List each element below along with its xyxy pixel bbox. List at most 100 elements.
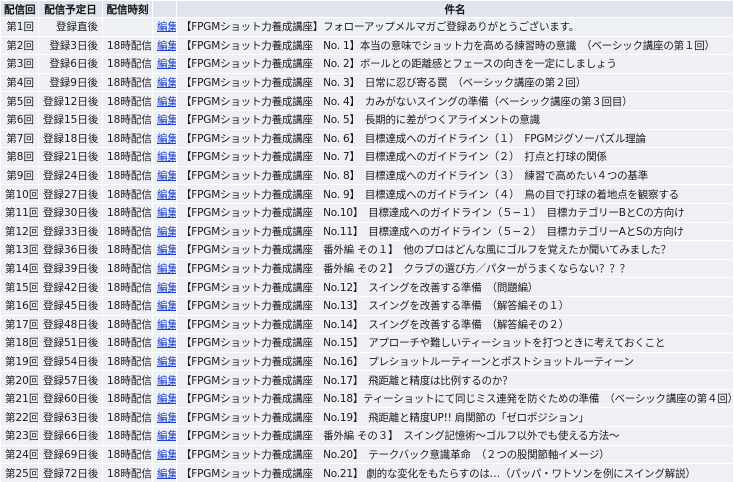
- subject-cell: 【FPGMショット力養成講座 No. 9】 目標達成へのガイドライン（４） 鳥の…: [177, 185, 733, 203]
- table-row: 第23回 登録66日後 18時配信 編集 【FPGMショット力養成講座 番外編 その３】…: [1, 427, 733, 445]
- scheduled-day-cell: 登録21日後: [39, 148, 102, 166]
- edit-link[interactable]: 編集: [157, 356, 176, 368]
- edit-cell: 編集: [153, 110, 176, 129]
- table-row: 第1回 登録直後 編集 【FPGMショット力養成講座】フォローアップメルマガご登録あり…: [1, 18, 733, 36]
- edit-link[interactable]: 編集: [157, 468, 176, 480]
- delivery-time-cell: 18時配信: [103, 352, 152, 371]
- scheduled-day-cell: 登録54日後: [39, 352, 102, 371]
- edit-link[interactable]: 編集: [157, 226, 176, 238]
- delivery-time-cell: 18時配信: [103, 222, 152, 241]
- header-edit: [153, 1, 176, 17]
- subject-cell: 【FPGMショット力養成講座 No.12】 スイングを改善する準備 （問題編）: [177, 278, 733, 296]
- edit-cell: 編集: [153, 389, 176, 408]
- edit-link[interactable]: 編集: [157, 337, 176, 349]
- edit-cell: 編集: [153, 166, 176, 185]
- delivery-time-cell: 18時配信: [103, 148, 152, 166]
- scheduled-day-cell: 登録60日後: [39, 389, 102, 408]
- delivery-number-cell: 第8回: [1, 148, 38, 166]
- delivery-time-cell: 18時配信: [103, 445, 152, 464]
- table-row: 第22回 登録63日後 18時配信 編集 【FPGMショット力養成講座 No.19】 飛…: [1, 408, 733, 427]
- edit-link[interactable]: 編集: [157, 21, 176, 33]
- scheduled-day-cell: 登録27日後: [39, 185, 102, 203]
- edit-cell: 編集: [153, 222, 176, 241]
- delivery-time-cell: 18時配信: [103, 92, 152, 110]
- edit-cell: 編集: [153, 408, 176, 427]
- edit-link[interactable]: 編集: [157, 430, 176, 442]
- edit-link[interactable]: 編集: [157, 77, 176, 89]
- table-row: 第16回 登録45日後 18時配信 編集 【FPGMショット力養成講座 No.13】 ス…: [1, 296, 733, 315]
- delivery-time-cell: 18時配信: [103, 55, 152, 73]
- edit-link[interactable]: 編集: [157, 449, 176, 461]
- edit-link[interactable]: 編集: [157, 189, 176, 201]
- delivery-time-cell: 18時配信: [103, 166, 152, 185]
- table-row: 第4回 登録9日後 18時配信 編集 【FPGMショット力養成講座 No. 3】 日常に…: [1, 73, 733, 92]
- edit-link[interactable]: 編集: [157, 151, 176, 163]
- scheduled-day-cell: 登録18日後: [39, 129, 102, 148]
- delivery-time-cell: 18時配信: [103, 389, 152, 408]
- delivery-number-cell: 第12回: [1, 222, 38, 241]
- subject-cell: 【FPGMショット力養成講座 No. 1】本当の意味でショット力を高める練習時の…: [177, 36, 733, 55]
- table-row: 第8回 登録21日後 18時配信 編集 【FPGMショット力養成講座 No. 7】 目標…: [1, 148, 733, 166]
- edit-cell: 編集: [153, 55, 176, 73]
- edit-link[interactable]: 編集: [157, 114, 176, 126]
- edit-cell: 編集: [153, 371, 176, 389]
- delivery-number-cell: 第17回: [1, 315, 38, 334]
- edit-cell: 編集: [153, 445, 176, 464]
- subject-cell: 【FPGMショット力養成講座 No. 6】 目標達成へのガイドライン（１） FP…: [177, 129, 733, 148]
- edit-link[interactable]: 編集: [157, 58, 176, 70]
- delivery-schedule-table: 配信回 配信予定日 配信時刻 件名 第1回 登録直後 編集 【FPGMショット力養成講…: [0, 0, 734, 482]
- table-body: 第1回 登録直後 編集 【FPGMショット力養成講座】フォローアップメルマガご登録あり…: [1, 18, 733, 482]
- scheduled-day-cell: 登録39日後: [39, 259, 102, 278]
- subject-cell: 【FPGMショット力養成講座 No.21】 劇的な変化をもたらすのは…（パッパ・…: [177, 464, 733, 482]
- table-row: 第14回 登録39日後 18時配信 編集 【FPGMショット力養成講座 番外編 その２】…: [1, 259, 733, 278]
- edit-link[interactable]: 編集: [157, 96, 176, 108]
- table-row: 第17回 登録48日後 18時配信 編集 【FPGMショット力養成講座 No.14】 ス…: [1, 315, 733, 334]
- scheduled-day-cell: 登録9日後: [39, 73, 102, 92]
- delivery-number-cell: 第11回: [1, 203, 38, 222]
- edit-link[interactable]: 編集: [157, 412, 176, 424]
- edit-cell: 編集: [153, 36, 176, 55]
- edit-link[interactable]: 編集: [157, 300, 176, 312]
- edit-link[interactable]: 編集: [157, 133, 176, 145]
- edit-link[interactable]: 編集: [157, 40, 176, 52]
- table-row: 第24回 登録69日後 18時配信 編集 【FPGMショット力養成講座 No.20】 テ…: [1, 445, 733, 464]
- delivery-number-cell: 第5回: [1, 92, 38, 110]
- edit-link[interactable]: 編集: [157, 282, 176, 294]
- delivery-number-cell: 第22回: [1, 408, 38, 427]
- edit-cell: 編集: [153, 296, 176, 315]
- delivery-time-cell: 18時配信: [103, 129, 152, 148]
- scheduled-day-cell: 登録45日後: [39, 296, 102, 315]
- header-scheduled-day: 配信予定日: [39, 1, 102, 17]
- edit-link[interactable]: 編集: [157, 170, 176, 182]
- edit-cell: 編集: [153, 334, 176, 352]
- edit-link[interactable]: 編集: [157, 319, 176, 331]
- table-row: 第18回 登録51日後 18時配信 編集 【FPGMショット力養成講座 No.15】 ア…: [1, 334, 733, 352]
- edit-link[interactable]: 編集: [157, 375, 176, 387]
- edit-cell: 編集: [153, 148, 176, 166]
- delivery-number-cell: 第6回: [1, 110, 38, 129]
- edit-link[interactable]: 編集: [157, 207, 176, 219]
- scheduled-day-cell: 登録33日後: [39, 222, 102, 241]
- subject-cell: 【FPGMショット力養成講座】フォローアップメルマガご登録ありがとうございます。: [177, 18, 733, 36]
- edit-cell: 編集: [153, 18, 176, 36]
- subject-cell: 【FPGMショット力養成講座 No.19】 飛距離と精度UP!! 肩関節の「ゼロ…: [177, 408, 733, 427]
- subject-cell: 【FPGMショット力養成講座 No.14】 スイングを改善する準備 （解答編その…: [177, 315, 733, 334]
- edit-link[interactable]: 編集: [157, 244, 176, 256]
- edit-link[interactable]: 編集: [157, 393, 176, 405]
- table-row: 第2回 登録3日後 18時配信 編集 【FPGMショット力養成講座 No. 1】本当の意…: [1, 36, 733, 55]
- table-row: 第5回 登録12日後 18時配信 編集 【FPGMショット力養成講座 No. 4】 カみ…: [1, 92, 733, 110]
- delivery-time-cell: 18時配信: [103, 408, 152, 427]
- delivery-number-cell: 第20回: [1, 371, 38, 389]
- delivery-number-cell: 第10回: [1, 185, 38, 203]
- scheduled-day-cell: 登録42日後: [39, 278, 102, 296]
- delivery-time-cell: [103, 18, 152, 36]
- table-row: 第10回 登録27日後 18時配信 編集 【FPGMショット力養成講座 No. 9】 目…: [1, 185, 733, 203]
- delivery-number-cell: 第21回: [1, 389, 38, 408]
- delivery-time-cell: 18時配信: [103, 315, 152, 334]
- delivery-number-cell: 第25回: [1, 464, 38, 482]
- delivery-time-cell: 18時配信: [103, 185, 152, 203]
- edit-cell: 編集: [153, 92, 176, 110]
- edit-link[interactable]: 編集: [157, 263, 176, 275]
- edit-cell: 編集: [153, 185, 176, 203]
- scheduled-day-cell: 登録3日後: [39, 36, 102, 55]
